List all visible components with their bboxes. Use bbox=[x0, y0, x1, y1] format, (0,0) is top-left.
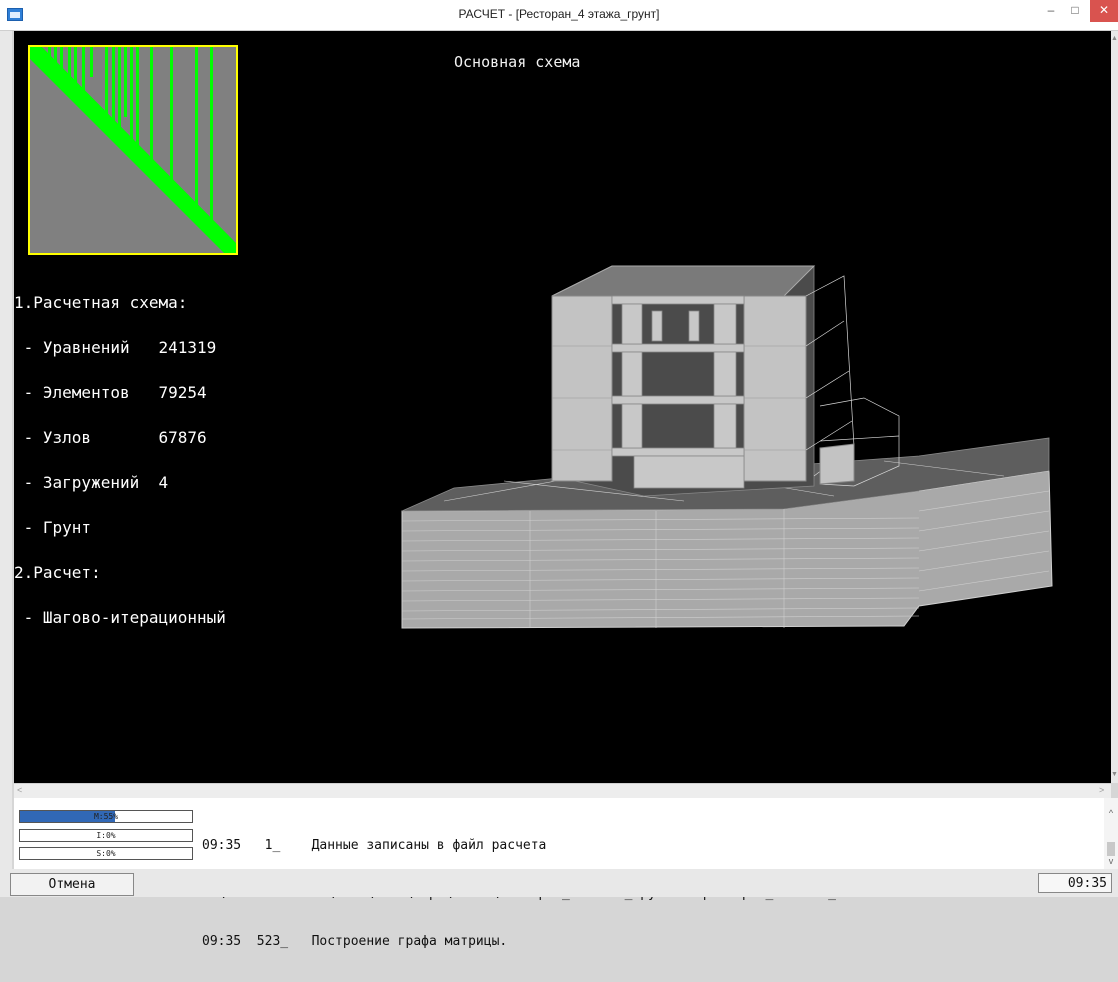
matrix-profile-spike bbox=[130, 47, 133, 155]
log-line: 09:35 523_ Построение графа матрицы. bbox=[202, 934, 508, 949]
info-line: - Шагово-итерационный bbox=[14, 608, 226, 627]
bottom-bar: Отмена 09:35 bbox=[0, 869, 1118, 897]
building-3d-model bbox=[401, 265, 1053, 629]
info-line: - Уравнений 241319 bbox=[14, 338, 217, 357]
matrix-profile-graph bbox=[30, 47, 236, 253]
steps-progress-label: S:0% bbox=[96, 849, 116, 858]
clock-display: 09:35 bbox=[1038, 873, 1112, 893]
matrix-profile-spike bbox=[170, 47, 173, 195]
memory-progress-label: M:55% bbox=[93, 812, 119, 821]
matrix-profile-spike bbox=[60, 47, 63, 85]
matrix-profile-spike bbox=[74, 47, 77, 99]
info-line: - Загружений 4 bbox=[14, 473, 169, 492]
info-line: - Узлов 67876 bbox=[14, 428, 207, 447]
io-progress-bar: I:0% bbox=[19, 829, 193, 842]
info-line: 2.Расчет: bbox=[14, 563, 101, 582]
matrix-profile-spike bbox=[118, 47, 121, 143]
matrix-profile-preview bbox=[28, 45, 238, 255]
log-scroll-thumb[interactable] bbox=[1107, 842, 1115, 856]
matrix-profile-spike bbox=[90, 47, 93, 77]
model-viewport[interactable]: Основная схема 1.Расчетная схема: - Урав… bbox=[14, 31, 1111, 783]
close-button[interactable]: ✕ bbox=[1090, 0, 1118, 22]
matrix-profile-spike bbox=[124, 47, 127, 117]
window-title: РАСЧЕТ - [Ресторан_4 этажа_грунт] bbox=[458, 7, 660, 21]
matrix-profile-spike bbox=[54, 47, 57, 79]
cancel-button[interactable]: Отмена bbox=[10, 873, 134, 896]
log-scroll-up-icon[interactable]: ^ bbox=[1104, 808, 1118, 818]
log-scrollbar[interactable]: ^ v bbox=[1104, 798, 1118, 869]
matrix-profile-spike bbox=[136, 47, 139, 157]
maximize-button[interactable]: □ bbox=[1064, 0, 1086, 22]
matrix-profile-spike bbox=[210, 47, 213, 235]
minimize-button[interactable]: – bbox=[1040, 0, 1062, 22]
matrix-profile-spike bbox=[150, 47, 153, 175]
calculation-info: 1.Расчетная схема: - Уравнений 241319 - … bbox=[14, 265, 226, 655]
matrix-profile-spike bbox=[105, 47, 108, 130]
matrix-profile-spike bbox=[68, 47, 71, 92]
viewport-vertical-scrollbar[interactable]: ▲ ▼ bbox=[1111, 31, 1118, 783]
status-panel: M:55% I:0% S:0% 09:35 1_ Данные записаны… bbox=[14, 798, 1118, 949]
info-line: - Грунт bbox=[14, 518, 92, 537]
scroll-left-icon[interactable]: < bbox=[17, 785, 22, 795]
viewport-horizontal-scrollbar[interactable]: < > bbox=[14, 783, 1111, 798]
steps-progress-bar: S:0% bbox=[19, 847, 193, 860]
memory-progress-bar: M:55% bbox=[19, 810, 193, 823]
matrix-profile-spike bbox=[112, 47, 115, 137]
info-line: 1.Расчетная схема: bbox=[14, 293, 188, 312]
info-line: - Элементов 79254 bbox=[14, 383, 207, 402]
io-progress-label: I:0% bbox=[96, 831, 116, 840]
matrix-profile-spike bbox=[195, 47, 198, 220]
matrix-profile-spike bbox=[82, 47, 85, 107]
scheme-title: Основная схема bbox=[454, 53, 581, 71]
matrix-profile-spike bbox=[48, 47, 51, 73]
log-scroll-down-icon[interactable]: v bbox=[1104, 856, 1118, 866]
title-bar: РАСЧЕТ - [Ресторан_4 этажа_грунт] – □ ✕ bbox=[0, 0, 1118, 31]
log-line: 09:35 1_ Данные записаны в файл расчета bbox=[202, 838, 547, 853]
scroll-down-icon[interactable]: ▼ bbox=[1111, 771, 1118, 778]
scroll-up-icon[interactable]: ▲ bbox=[1111, 35, 1118, 42]
window-frame-left bbox=[0, 31, 12, 897]
scroll-right-icon[interactable]: > bbox=[1099, 785, 1104, 795]
